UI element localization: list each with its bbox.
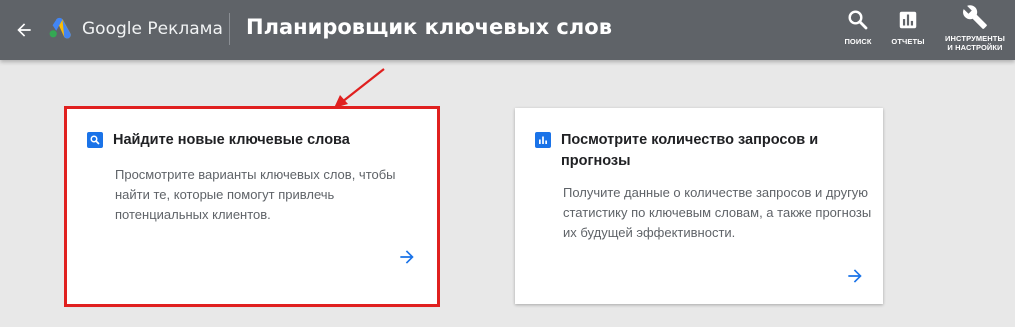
card-header: Найдите новые ключевые слова — [87, 130, 433, 151]
card-search-icon-box — [87, 132, 103, 148]
card-description: Получите данные о количестве запросов и … — [563, 185, 872, 240]
tools-settings-label-line1: ИНСТРУМЕНТЫ — [945, 34, 1005, 43]
arrow-right-icon — [848, 269, 862, 283]
card-search-volume-forecasts[interactable]: Посмотрите количество запросов и прогноз… — [515, 108, 883, 304]
header-divider — [229, 13, 230, 45]
tools-settings-label-line2: И НАСТРОЙКИ — [947, 43, 1003, 52]
search-icon — [90, 135, 100, 145]
card-title: Посмотрите количество запросов и прогноз… — [561, 132, 819, 169]
tools-settings-label: ИНСТРУМЕНТЫ И НАСТРОЙКИ — [945, 34, 1005, 52]
search-tool-label: ПОИСК — [844, 37, 872, 46]
card-chart-icon-box — [535, 132, 551, 148]
page-title: Планировщик ключевых слов — [246, 15, 612, 39]
brand-name: Google Реклама — [82, 19, 223, 39]
google-ads-logo-icon — [49, 17, 71, 39]
reports-tool-label: ОТЧЕТЫ — [891, 37, 925, 46]
wrench-icon — [963, 5, 987, 29]
card-open-button[interactable] — [396, 246, 418, 268]
back-button[interactable] — [10, 16, 38, 44]
card-title: Найдите новые ключевые слова — [113, 132, 350, 148]
card-open-button[interactable] — [844, 265, 866, 287]
reports-icon — [899, 11, 917, 29]
card-header: Посмотрите количество запросов и прогноз… — [535, 130, 851, 172]
arrow-right-icon — [400, 250, 414, 264]
search-icon — [848, 10, 868, 30]
top-app-bar: Google Реклама Планировщик ключевых слов… — [0, 0, 1015, 60]
card-find-new-keywords[interactable]: Найдите новые ключевые слова Просмотрите… — [64, 106, 440, 307]
reports-tool-button[interactable]: ОТЧЕТЫ — [886, 6, 930, 46]
chart-icon — [539, 136, 547, 144]
annotation-arrow-icon — [334, 68, 385, 108]
search-tool-button[interactable]: ПОИСК — [838, 6, 878, 46]
back-arrow-icon — [17, 23, 31, 37]
card-description: Просмотрите варианты ключевых слов, чтоб… — [115, 167, 396, 222]
tools-settings-button[interactable]: ИНСТРУМЕНТЫ И НАСТРОЙКИ — [940, 2, 1010, 52]
